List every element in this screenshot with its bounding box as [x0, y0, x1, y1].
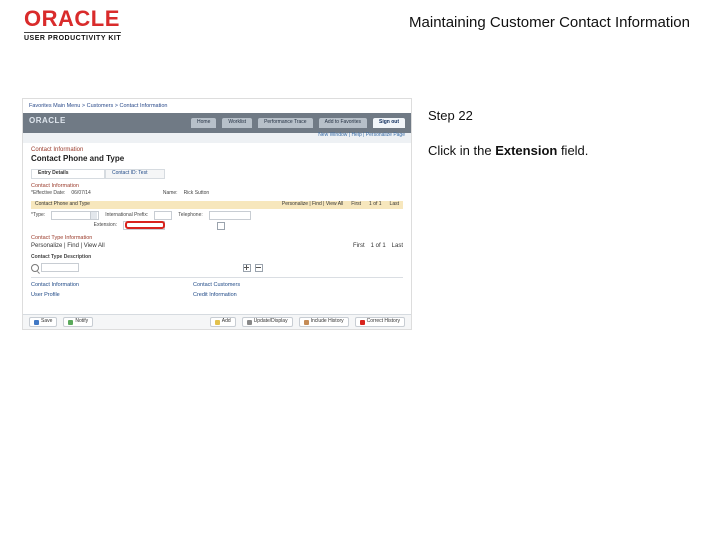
label-telephone: Telephone: — [178, 213, 202, 219]
history-label: Include History — [311, 319, 344, 325]
ct-count: 1 of 1 — [371, 243, 386, 250]
footer-toolbar: Save Notify Add Update/Display Include H… — [23, 314, 411, 329]
add-label: Add — [222, 319, 231, 325]
instruction-target: Extension — [495, 143, 557, 158]
notify-icon — [68, 320, 73, 325]
ct-first[interactable]: First — [353, 243, 365, 250]
oracle-upk-text: USER PRODUCTIVITY KIT — [24, 32, 121, 42]
include-history-button[interactable]: Include History — [299, 317, 349, 327]
nav-favorites[interactable]: Add to Favorites — [319, 118, 367, 128]
row-search — [31, 263, 263, 272]
select-type[interactable] — [51, 211, 99, 220]
row-extension: Extension: — [31, 221, 403, 230]
tab-entry-details[interactable]: Entry Details — [31, 169, 105, 179]
update-icon — [247, 320, 252, 325]
band-title: Contact Phone and Type — [35, 202, 90, 208]
value-name: Rick Sutton — [184, 191, 210, 197]
instruction-text: Click in the Extension field. — [428, 143, 668, 158]
value-effective-date: 06/07/14 — [71, 191, 90, 197]
notify-button[interactable]: Notify — [63, 317, 93, 327]
label-type: *Type: — [31, 213, 45, 219]
label-name: Name: — [163, 191, 178, 197]
instruction-suffix: field. — [557, 143, 588, 158]
nav-signout[interactable]: Sign out — [373, 118, 405, 128]
row-effective-date: *Effective Date: 06/07/14 Name: Rick Sut… — [31, 191, 403, 197]
grid-header-band: Contact Phone and Type Personalize | Fin… — [31, 201, 403, 209]
checkbox-unknown[interactable] — [217, 222, 225, 230]
nav-home[interactable]: Home — [191, 118, 216, 128]
page-title: Maintaining Customer Contact Information — [409, 14, 690, 31]
link-user-profile[interactable]: User Profile — [31, 291, 79, 301]
ct-last[interactable]: Last — [392, 243, 403, 250]
link-contact-customers[interactable]: Contact Customers — [193, 281, 240, 291]
link-column-right: Contact Customers Credit Information — [193, 281, 240, 301]
band-count: 1 of 1 — [369, 202, 382, 208]
link-credit-information[interactable]: Credit Information — [193, 291, 240, 301]
app-topbar: ORACLE Home Worklist Performance Trace A… — [23, 113, 411, 133]
row-contact-type-controls: Personalize | Find | View All First 1 of… — [31, 243, 403, 250]
grid-column-headers: Contact Type Description — [31, 255, 91, 261]
correct-icon — [360, 320, 365, 325]
app-screenshot: Favorites Main Menu > Customers > Contac… — [22, 98, 412, 330]
add-button[interactable]: Add — [210, 317, 236, 327]
label-intl-prefix: International Prefix: — [105, 213, 148, 219]
add-row-icon[interactable] — [243, 264, 251, 272]
divider — [31, 277, 403, 278]
section-contact-info: Contact Information — [31, 183, 79, 189]
step-number: Step 22 — [428, 108, 668, 123]
notify-label: Notify — [75, 319, 88, 325]
save-button[interactable]: Save — [29, 317, 57, 327]
link-contact-information[interactable]: Contact Information — [31, 281, 79, 291]
tab-contact-id[interactable]: Contact ID: Test — [105, 169, 165, 179]
section-contact-type-info: Contact Type Information — [31, 235, 92, 241]
section-title: Contact Phone and Type — [31, 155, 124, 164]
delete-row-icon[interactable] — [255, 264, 263, 272]
ct-personalize[interactable]: Personalize | Find | View All — [31, 243, 105, 250]
nav-perftrace[interactable]: Performance Trace — [258, 118, 313, 128]
detail-tabs: Entry Details Contact ID: Test — [31, 169, 403, 179]
oracle-brand-text: ORACLE — [24, 8, 121, 30]
nav-worklist[interactable]: Worklist — [222, 118, 252, 128]
input-telephone[interactable] — [209, 211, 251, 220]
oracle-logo: ORACLE USER PRODUCTIVITY KIT — [24, 8, 121, 42]
link-column-left: Contact Information User Profile — [31, 281, 79, 301]
history-icon — [304, 320, 309, 325]
step-instructions: Step 22 Click in the Extension field. — [428, 98, 668, 158]
save-icon — [34, 320, 39, 325]
app-topnav: Home Worklist Performance Trace Add to F… — [191, 118, 405, 128]
band-personalize[interactable]: Personalize | Find | View All — [282, 202, 343, 208]
correct-label: Correct History — [367, 319, 400, 325]
highlight-extension-field — [125, 221, 165, 229]
label-extension: Extension: — [31, 223, 117, 229]
app-subbar: New Window | Help | Personalize Page — [23, 133, 411, 143]
row-phone-type: *Type: International Prefix: Telephone: — [31, 211, 403, 220]
app-brand: ORACLE — [29, 117, 66, 126]
band-first[interactable]: First — [351, 202, 361, 208]
label-effective-date: *Effective Date: — [31, 191, 65, 197]
section-supertitle: Contact Information — [31, 147, 83, 154]
instruction-prefix: Click in the — [428, 143, 495, 158]
plus-icon — [215, 320, 220, 325]
input-intl-prefix[interactable] — [154, 211, 172, 220]
band-last[interactable]: Last — [390, 202, 399, 208]
correct-history-button[interactable]: Correct History — [355, 317, 405, 327]
save-label: Save — [41, 319, 52, 325]
breadcrumb: Favorites Main Menu > Customers > Contac… — [29, 103, 167, 109]
search-icon[interactable] — [31, 264, 39, 272]
update-label: Update/Display — [254, 319, 288, 325]
input-contact-type[interactable] — [41, 263, 79, 272]
update-display-button[interactable]: Update/Display — [242, 317, 293, 327]
